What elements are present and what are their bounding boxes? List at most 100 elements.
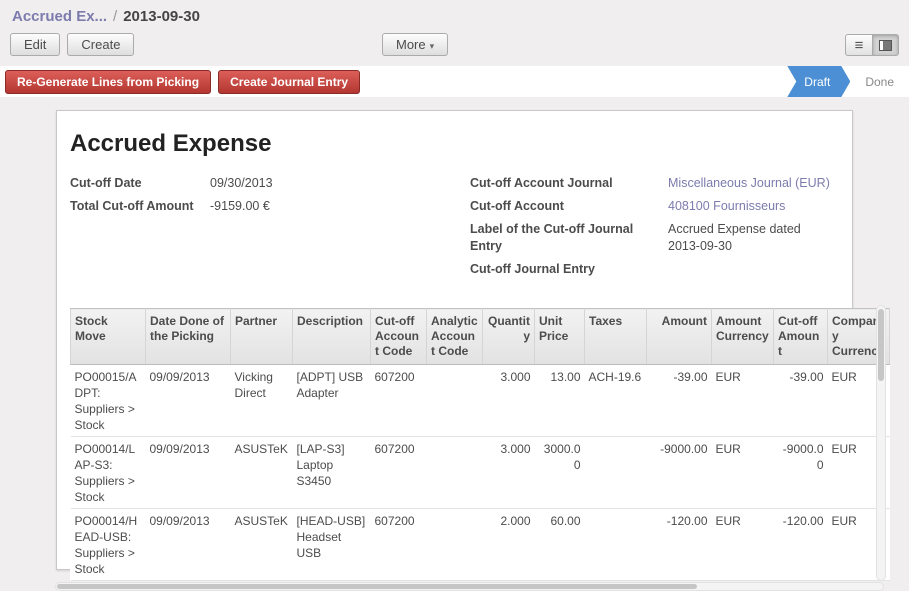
col-quantity[interactable]: Quantity xyxy=(483,309,535,365)
cell-unit-price: 3000.00 xyxy=(535,437,585,509)
cell-quantity: 3.000 xyxy=(483,437,535,509)
col-amount-currency[interactable]: Amount Currency xyxy=(712,309,774,365)
cutoff-account-link[interactable]: 408100 Fournisseurs xyxy=(668,198,785,215)
col-partner[interactable]: Partner xyxy=(231,309,293,365)
cell-account-code: 607200 xyxy=(371,437,427,509)
cell-amount-currency: EUR xyxy=(712,365,774,437)
horizontal-scrollbar-thumb[interactable] xyxy=(57,584,697,589)
table-row[interactable]: PO00014/LAP-S3: Suppliers > Stock 09/09/… xyxy=(71,437,890,509)
action-bar: Re-Generate Lines from Picking Create Jo… xyxy=(0,66,909,97)
field-label: Total Cut-off Amount xyxy=(70,198,210,215)
cell-stock-move: PO00014/LAP-S3: Suppliers > Stock xyxy=(71,437,146,509)
cell-quantity: 3.000 xyxy=(483,365,535,437)
cutoff-account-journal-link[interactable]: Miscellaneous Journal (EUR) xyxy=(668,175,830,192)
view-switcher: ≡ xyxy=(845,34,899,56)
cell-unit-price: 60.00 xyxy=(535,509,585,581)
col-description[interactable]: Description xyxy=(293,309,371,365)
field-label: Cut-off Journal Entry xyxy=(470,261,668,278)
statusbar: Draft Done xyxy=(787,66,909,97)
table-row[interactable]: PO00014/HEAD-USB: Suppliers > Stock 09/0… xyxy=(71,509,890,581)
cell-account-code: 607200 xyxy=(371,365,427,437)
field-label: Cut-off Date xyxy=(70,175,210,192)
cell-description: [LAP-S3] Laptop S3450 xyxy=(293,437,371,509)
content-area: Accrued Expense Cut-off Date 09/30/2013 … xyxy=(0,97,909,570)
more-label: More xyxy=(396,37,426,52)
cell-amount: -9000.00 xyxy=(647,437,712,509)
cell-stock-move: PO00015/ADPT: Suppliers > Stock xyxy=(71,365,146,437)
cell-cutoff-amount: -120.00 xyxy=(774,509,828,581)
field-cutoff-account-journal: Cut-off Account Journal Miscellaneous Jo… xyxy=(470,175,852,192)
cell-amount: -120.00 xyxy=(647,509,712,581)
regenerate-lines-button[interactable]: Re-Generate Lines from Picking xyxy=(5,70,211,94)
cell-analytic-code xyxy=(427,437,483,509)
cutoff-date-value: 09/30/2013 xyxy=(210,175,273,192)
col-analytic-code[interactable]: Analytic Account Code xyxy=(427,309,483,365)
total-cutoff-amount-value: -9159.00 € xyxy=(210,198,270,215)
toolbar: Edit Create More ▾ ≡ xyxy=(0,28,909,66)
col-unit-price[interactable]: Unit Price xyxy=(535,309,585,365)
status-draft[interactable]: Draft xyxy=(787,66,850,97)
cell-stock-move: PO00014/HEAD-USB: Suppliers > Stock xyxy=(71,509,146,581)
cell-unit-price: 13.00 xyxy=(535,365,585,437)
list-view-icon: ≡ xyxy=(855,38,864,53)
cell-partner: Vicking Direct xyxy=(231,365,293,437)
cell-taxes xyxy=(585,509,647,581)
cell-quantity: 2.000 xyxy=(483,509,535,581)
field-group-left: Cut-off Date 09/30/2013 Total Cut-off Am… xyxy=(70,175,470,284)
create-journal-entry-button[interactable]: Create Journal Entry xyxy=(218,70,360,94)
col-amount[interactable]: Amount xyxy=(647,309,712,365)
breadcrumb-separator: / xyxy=(113,8,117,25)
page-title: Accrued Expense xyxy=(70,129,852,159)
field-journal-entry-label: Label of the Cut-off Journal Entry Accru… xyxy=(470,221,852,255)
vertical-scrollbar-thumb[interactable] xyxy=(878,309,884,381)
field-groups: Cut-off Date 09/30/2013 Total Cut-off Am… xyxy=(70,175,852,284)
cell-date-done: 09/09/2013 xyxy=(146,437,231,509)
cell-partner: ASUSTeK xyxy=(231,509,293,581)
col-date-done[interactable]: Date Done of the Picking xyxy=(146,309,231,365)
cell-taxes: ACH-19.6 xyxy=(585,365,647,437)
form-view-icon xyxy=(879,40,892,51)
create-button[interactable]: Create xyxy=(67,33,134,56)
col-cutoff-amount[interactable]: Cut-off Amount xyxy=(774,309,828,365)
table-row[interactable]: PO00015/ADPT: Suppliers > Stock 09/09/20… xyxy=(71,365,890,437)
cutoff-lines-table: Stock Move Date Done of the Picking Part… xyxy=(70,308,890,581)
cell-amount: -39.00 xyxy=(647,365,712,437)
cell-account-code: 607200 xyxy=(371,509,427,581)
col-account-code[interactable]: Cut-off Account Code xyxy=(371,309,427,365)
cell-analytic-code xyxy=(427,509,483,581)
vertical-scrollbar xyxy=(876,305,886,581)
status-done[interactable]: Done xyxy=(850,66,909,97)
cell-partner: ASUSTeK xyxy=(231,437,293,509)
field-cutoff-journal-entry: Cut-off Journal Entry xyxy=(470,261,852,278)
breadcrumb-parent-link[interactable]: Accrued Ex... xyxy=(12,8,107,25)
field-label: Label of the Cut-off Journal Entry xyxy=(470,221,668,255)
cell-amount-currency: EUR xyxy=(712,437,774,509)
col-taxes[interactable]: Taxes xyxy=(585,309,647,365)
cell-cutoff-amount: -9000.00 xyxy=(774,437,828,509)
cell-taxes xyxy=(585,437,647,509)
cell-description: [HEAD-USB] Headset USB xyxy=(293,509,371,581)
form-sheet: Accrued Expense Cut-off Date 09/30/2013 … xyxy=(56,110,853,570)
more-button[interactable]: More ▾ xyxy=(382,33,448,56)
journal-entry-label-value: Accrued Expense dated 2013-09-30 xyxy=(668,221,806,255)
cell-amount-currency: EUR xyxy=(712,509,774,581)
field-label: Cut-off Account Journal xyxy=(470,175,668,192)
cell-date-done: 09/09/2013 xyxy=(146,509,231,581)
breadcrumb: Accrued Ex... / 2013-09-30 xyxy=(0,0,909,28)
field-group-right: Cut-off Account Journal Miscellaneous Jo… xyxy=(470,175,852,284)
cell-cutoff-amount: -39.00 xyxy=(774,365,828,437)
field-label: Cut-off Account xyxy=(470,198,668,215)
cell-description: [ADPT] USB Adapter xyxy=(293,365,371,437)
field-total-cutoff-amount: Total Cut-off Amount -9159.00 € xyxy=(70,198,470,215)
form-view-button[interactable] xyxy=(872,34,899,56)
field-cutoff-date: Cut-off Date 09/30/2013 xyxy=(70,175,470,192)
horizontal-scrollbar xyxy=(55,582,884,591)
list-view-button[interactable]: ≡ xyxy=(845,34,872,56)
table-header-row: Stock Move Date Done of the Picking Part… xyxy=(71,309,890,365)
col-stock-move[interactable]: Stock Move xyxy=(71,309,146,365)
cell-date-done: 09/09/2013 xyxy=(146,365,231,437)
edit-button[interactable]: Edit xyxy=(10,33,60,56)
breadcrumb-current: 2013-09-30 xyxy=(123,8,200,25)
caret-down-icon: ▾ xyxy=(430,41,435,51)
field-cutoff-account: Cut-off Account 408100 Fournisseurs xyxy=(470,198,852,215)
